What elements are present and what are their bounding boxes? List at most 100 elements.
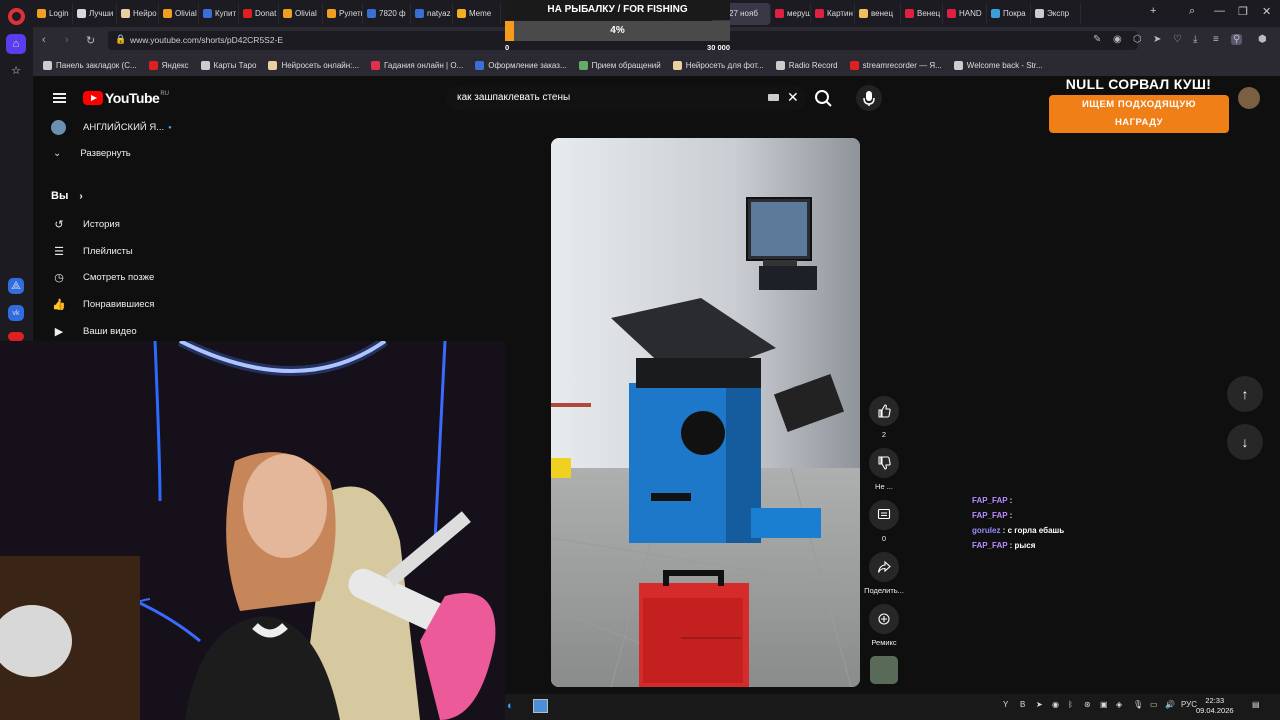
obs-tray-icon[interactable]: ◉ (1052, 700, 1059, 709)
app-store-icon[interactable]: ⟁ (8, 278, 24, 294)
vk-tray-icon[interactable]: В (1020, 700, 1025, 709)
remix-action[interactable]: Ремикс (869, 604, 899, 647)
app-tray-icon[interactable]: ▣ (1100, 700, 1108, 709)
share-icon[interactable] (869, 552, 899, 582)
youtube-logo[interactable]: YouTube RU (83, 90, 169, 106)
bookmark-item[interactable]: Гадания онлайн | О... (371, 60, 463, 70)
edit-icon[interactable]: ✎ (1093, 34, 1101, 45)
browser-tab[interactable]: Нейро (117, 2, 159, 25)
next-short-button[interactable]: ↓ (1227, 424, 1263, 460)
bookmark-item[interactable]: Нейросеть для фот... (672, 60, 764, 70)
search-tabs-icon[interactable]: ⌕ (1189, 5, 1195, 18)
comment-icon[interactable] (869, 500, 899, 530)
bookmark-item[interactable]: streamrecorder — Я... (849, 60, 942, 70)
menu-icon[interactable]: ≡ (1213, 34, 1219, 45)
browser-tab[interactable]: Лучши (73, 2, 117, 25)
close-window-button[interactable]: ✕ (1262, 5, 1271, 18)
bookmark-item[interactable]: Radio Record (775, 60, 838, 70)
star-icon[interactable]: ☆ (6, 60, 26, 80)
browser-tab[interactable]: 7820 ф (363, 2, 411, 25)
forward-icon[interactable]: › (65, 34, 69, 46)
bookmark-item[interactable]: Яндекс (148, 60, 189, 70)
notifications-icon[interactable]: ▤ (1252, 700, 1260, 709)
extensions-icon[interactable]: ⬢ (1258, 34, 1267, 45)
shield-icon[interactable]: ⬡ (1133, 34, 1142, 45)
telegram-tray-icon[interactable]: ➤ (1036, 700, 1043, 709)
new-tab-button[interactable]: + (1150, 5, 1156, 17)
thumbs-down-icon[interactable] (869, 448, 899, 478)
sidebar-item[interactable]: ☰ Плейлисты (52, 244, 133, 258)
bluetooth-tray-icon[interactable]: ᛒ (1068, 700, 1073, 709)
bookmark-item[interactable]: Оформление заказ... (475, 60, 567, 70)
search-button[interactable] (812, 87, 836, 109)
minimize-button[interactable]: — (1214, 5, 1225, 17)
subscription-item[interactable]: АНГЛИЙСКИЙ Я... ● (51, 120, 172, 135)
sidebar-item[interactable]: 👍 Понравившиеся (52, 297, 154, 311)
browser-tab[interactable]: Экспр (1031, 2, 1081, 25)
hamburger-menu-icon[interactable] (53, 93, 66, 103)
back-icon[interactable]: ‹ (42, 34, 46, 46)
bookmark-item[interactable]: Welcome back - Str... (953, 60, 1043, 70)
microphone-tray-icon[interactable]: 🎙 (1133, 700, 1143, 709)
browser-tab[interactable]: Olivial (279, 2, 323, 25)
yandex-icon[interactable] (8, 332, 24, 341)
dislike-action[interactable]: Не ... (869, 448, 899, 491)
search-box[interactable]: как зашпаклевать стены ✕ (446, 85, 806, 111)
download-icon[interactable]: ⤓ (1193, 34, 1197, 45)
you-section-header[interactable]: Вы › (51, 190, 83, 202)
steam-tray-icon[interactable]: ⊛ (1084, 700, 1091, 709)
browser-tab[interactable]: Венец (901, 2, 943, 25)
opera-logo-icon[interactable] (8, 8, 25, 25)
previous-short-button[interactable]: ↑ (1227, 376, 1263, 412)
browser-tab[interactable]: HAND (943, 2, 987, 25)
profile-icon[interactable]: ⚲ (1231, 34, 1243, 45)
send-icon[interactable]: ➤ (1153, 34, 1161, 45)
browser-tab[interactable]: Купит (199, 2, 239, 25)
sound-thumbnail[interactable] (870, 656, 898, 684)
share-action[interactable]: Поделить... (864, 552, 904, 595)
search-input[interactable]: как зашпаклевать стены (457, 92, 570, 103)
browser-tab[interactable]: Donat (239, 2, 279, 25)
shorts-video[interactable] (551, 138, 860, 687)
language-indicator[interactable]: РУС (1181, 700, 1197, 709)
bookmark-item[interactable]: Карты Таро (200, 60, 256, 70)
webcam-overlay (0, 341, 505, 720)
thumbs-up-icon[interactable] (869, 396, 899, 426)
sidebar-item[interactable]: ◷ Смотреть позже (52, 270, 154, 284)
remix-icon[interactable] (869, 604, 899, 634)
user-avatar[interactable] (1238, 87, 1260, 109)
keyboard-icon[interactable] (768, 94, 779, 101)
taskbar-clock[interactable]: 22:33 09.04.2026 (1196, 696, 1234, 716)
sidebar-item[interactable]: ↺ История (52, 217, 119, 231)
vk-icon[interactable]: vk (8, 305, 24, 321)
browser-tab[interactable]: Olivial (159, 2, 199, 25)
like-action[interactable]: 2 (869, 396, 899, 439)
browser-tab[interactable]: Рулетк (323, 2, 363, 25)
comment-action[interactable]: 0 (869, 500, 899, 543)
bookmark-item[interactable]: Панель закладок (С... (43, 60, 137, 70)
explorer-icon[interactable] (533, 699, 548, 713)
voice-search-button[interactable] (856, 85, 882, 111)
browser-tab[interactable]: Покра (987, 2, 1031, 25)
browser-tab[interactable]: мерущ (771, 2, 811, 25)
browser-tab[interactable]: Meme (453, 2, 501, 25)
edge-icon[interactable]: ◐ (507, 700, 519, 712)
bookmark-item[interactable]: Прием обращений (578, 60, 661, 70)
heart-icon[interactable]: ♡ (1173, 34, 1182, 45)
browser-tab[interactable]: венец (855, 2, 901, 25)
clear-search-icon[interactable]: ✕ (787, 89, 799, 106)
bookmark-item[interactable]: Нейросеть онлайн:... (268, 60, 359, 70)
volume-tray-icon[interactable]: 🔊 (1165, 700, 1175, 709)
maximize-button[interactable]: ❐ (1238, 5, 1248, 18)
expand-button[interactable]: ⌄ Развернуть (53, 148, 131, 159)
sidebar-item[interactable]: ▶ Ваши видео (52, 324, 137, 338)
home-icon[interactable]: ⌂ (6, 34, 26, 54)
network-tray-icon[interactable]: ▭ (1150, 700, 1158, 709)
reload-icon[interactable]: ↻ (86, 34, 95, 47)
nvidia-tray-icon[interactable]: ◈ (1116, 700, 1122, 709)
browser-tab[interactable]: Картин (811, 2, 855, 25)
camera-icon[interactable]: ◉ (1113, 34, 1122, 45)
browser-tab[interactable]: natyaz (411, 2, 453, 25)
yandex-tray-icon[interactable]: Y (1003, 700, 1008, 709)
browser-tab[interactable]: Login (33, 2, 73, 25)
